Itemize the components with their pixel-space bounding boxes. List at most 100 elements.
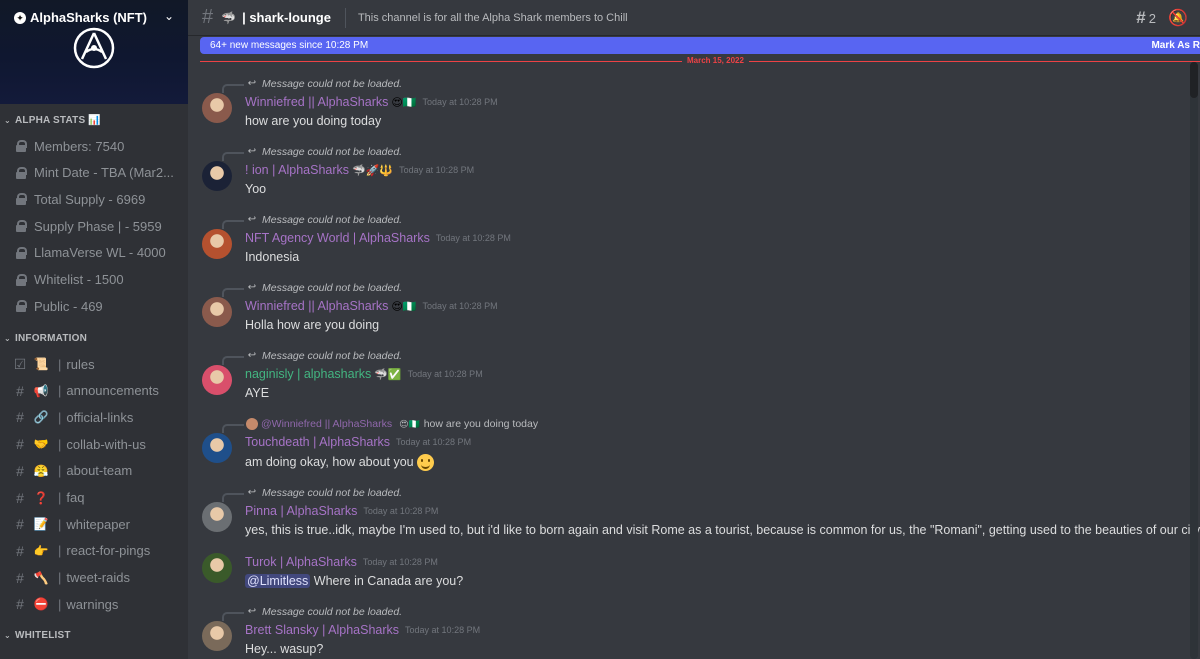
timestamp[interactable]: Today at 10:28 PM xyxy=(396,437,471,447)
sidebar-item-about-team[interactable]: # 😤 | about-team xyxy=(12,459,184,483)
scrollbar-thumb[interactable] xyxy=(1190,62,1198,98)
separator: | xyxy=(58,383,62,399)
scrollbar[interactable] xyxy=(1190,62,1198,659)
channel-label: announcements xyxy=(66,383,159,399)
message-header: naginisly | alphasharks 🦈✅ Today at 10:28 … xyxy=(245,367,483,381)
lock-icon xyxy=(16,193,27,206)
avatar[interactable] xyxy=(202,433,232,463)
sidebar-item-warnings[interactable]: # ⛔ | warnings xyxy=(12,592,184,616)
reply-reference[interactable]: ↩ Message could not be loaded. xyxy=(222,486,403,502)
shark-emoji-icon: 🦈 xyxy=(221,10,237,25)
reply-spine xyxy=(222,152,244,161)
author-name[interactable]: Brett Slansky | AlphaSharks xyxy=(245,623,399,637)
sidebar-item-rules[interactable]: ☑ 📜 | rules xyxy=(12,352,184,376)
server-name[interactable]: ✦ AlphaSharks (NFT) xyxy=(14,10,147,25)
sidebar-item-public-469[interactable]: Public - 469 xyxy=(12,294,184,318)
channel-title: | shark-lounge xyxy=(242,10,331,25)
category-header[interactable]: ⌄ WHITELIST xyxy=(4,630,71,641)
message-header: Brett Slansky | AlphaSharks Today at 10:2… xyxy=(245,623,480,637)
reply-arrow-icon: ↩ xyxy=(247,78,257,89)
sidebar-item-llamaverse-wl-4000[interactable]: LlamaVerse WL - 4000 xyxy=(12,241,184,265)
reply-reference[interactable]: ↩ Message could not be loaded. xyxy=(222,349,402,365)
channel-sidebar: ✦ AlphaSharks (NFT) ⌄ ⌄ ALPHA STATS 📊 Memb… xyxy=(0,0,188,659)
avatar[interactable] xyxy=(202,93,232,123)
timestamp[interactable]: Today at 10:28 PM xyxy=(363,506,438,516)
mark-as-read-button[interactable]: Mark As R xyxy=(1151,40,1200,51)
avatar[interactable] xyxy=(202,297,232,327)
timestamp[interactable]: Today at 10:28 PM xyxy=(436,233,511,243)
channel-emoji-icon: 📜 xyxy=(33,357,49,371)
hash-icon: # xyxy=(16,542,24,559)
new-messages-text: 64+ new messages since 10:28 PM xyxy=(210,40,369,51)
sidebar-item-total-supply-6969[interactable]: Total Supply - 6969 xyxy=(12,187,184,211)
sidebar-item-official-links[interactable]: # 🔗 | official-links xyxy=(12,405,184,429)
timestamp[interactable]: Today at 10:28 PM xyxy=(423,301,498,311)
reply-author[interactable]: @Winniefred || AlphaSharks xyxy=(261,418,392,430)
reply-reference[interactable]: ↩ Message could not be loaded. xyxy=(222,605,402,621)
reply-text: Message could not be loaded. xyxy=(262,487,403,499)
reply-text: Message could not be loaded. xyxy=(262,282,403,294)
channel-emoji-icon: 👉 xyxy=(33,543,49,558)
reply-reference[interactable]: ↩ Message could not be loaded. xyxy=(222,213,402,229)
channel-label: Members: 7540 xyxy=(34,138,125,154)
reply-spine xyxy=(222,612,244,621)
new-messages-bar[interactable]: 64+ new messages since 10:28 PM Mark As … xyxy=(200,37,1200,54)
timestamp[interactable]: Today at 10:28 PM xyxy=(423,97,498,107)
lock-icon xyxy=(16,273,27,286)
sidebar-item-collab-with-us[interactable]: # 🤝 | collab-with-us xyxy=(12,432,184,456)
timestamp[interactable]: Today at 10:28 PM xyxy=(399,165,474,175)
channel-label: whitepaper xyxy=(66,516,130,532)
author-name[interactable]: Touchdeath | AlphaSharks xyxy=(245,435,390,449)
hash-icon: # xyxy=(202,6,214,28)
threads-button[interactable]: # 2 xyxy=(1136,8,1156,28)
user-mention[interactable]: @Limitless xyxy=(245,574,311,588)
sidebar-item-react-for-pings[interactable]: # 👉 | react-for-pings xyxy=(12,539,184,563)
mute-notifications-icon[interactable]: 🔕 xyxy=(1168,8,1188,28)
avatar[interactable] xyxy=(202,502,232,532)
avatar[interactable] xyxy=(202,229,232,259)
reply-spine xyxy=(222,493,244,502)
rules-checkbox-icon: ☑ xyxy=(13,355,27,372)
reply-text: Message could not be loaded. xyxy=(262,78,403,90)
author-name[interactable]: NFT Agency World | AlphaSharks xyxy=(245,231,430,245)
server-banner[interactable]: ✦ AlphaSharks (NFT) ⌄ xyxy=(0,0,188,104)
message-header: Winniefred || AlphaSharks 😍🇳🇬 Today at 10:… xyxy=(245,299,498,313)
channel-label: official-links xyxy=(66,409,134,425)
sidebar-item-tweet-raids[interactable]: # 🪓 | tweet-raids xyxy=(12,566,184,590)
sidebar-item-faq[interactable]: # ❓ | faq xyxy=(12,486,184,510)
category-header[interactable]: ⌄ ALPHA STATS 📊 xyxy=(4,115,101,126)
message-header: NFT Agency World | AlphaSharks Today at 1… xyxy=(245,231,511,245)
reply-reference[interactable]: ↩ Message could not be loaded. xyxy=(222,281,403,297)
avatar[interactable] xyxy=(202,553,232,583)
sidebar-item-whitepaper[interactable]: # 📝 | whitepaper xyxy=(12,512,184,536)
message-content: Yoo xyxy=(245,182,266,196)
author-name[interactable]: Turok | AlphaSharks xyxy=(245,555,357,569)
channel-topic[interactable]: This channel is for all the Alpha Shark … xyxy=(358,12,628,24)
sidebar-item-announcements[interactable]: # 📢 | announcements xyxy=(12,379,184,403)
timestamp[interactable]: Today at 10:28 PM xyxy=(405,625,480,635)
sidebar-item-whitelist-1500[interactable]: Whitelist - 1500 xyxy=(12,268,184,292)
avatar[interactable] xyxy=(202,161,232,191)
author-name[interactable]: Winniefred || AlphaSharks xyxy=(245,95,388,109)
timestamp[interactable]: Today at 10:28 PM xyxy=(363,557,438,567)
reply-spine xyxy=(222,356,244,365)
channel-label: Mint Date - TBA (Mar2... xyxy=(34,165,174,181)
category-header[interactable]: ⌄ INFORMATION xyxy=(4,333,87,344)
author-name[interactable]: naginisly | alphasharks xyxy=(245,367,371,381)
avatar[interactable] xyxy=(202,365,232,395)
avatar[interactable] xyxy=(202,621,232,651)
sidebar-item-members-7540[interactable]: Members: 7540 xyxy=(12,134,184,158)
author-name[interactable]: Winniefred || AlphaSharks xyxy=(245,299,388,313)
author-name[interactable]: Pinna | AlphaSharks xyxy=(245,504,357,518)
reply-spine xyxy=(222,84,244,93)
reply-reference[interactable]: @Winniefred || AlphaSharks 😍🇳🇬 how are you… xyxy=(222,417,538,433)
reply-spine xyxy=(222,424,244,433)
sidebar-item-mint-date-tba-mar2[interactable]: Mint Date - TBA (Mar2... xyxy=(12,161,184,185)
sidebar-item-supply-phase-5959[interactable]: Supply Phase | - 5959 xyxy=(12,214,184,238)
threads-count: 2 xyxy=(1148,10,1156,26)
reply-reference[interactable]: ↩ Message could not be loaded. xyxy=(222,77,403,93)
chevron-down-icon[interactable]: ⌄ xyxy=(164,9,174,23)
timestamp[interactable]: Today at 10:28 PM xyxy=(408,369,483,379)
reply-reference[interactable]: ↩ Message could not be loaded. xyxy=(222,145,402,161)
author-name[interactable]: ! ion | AlphaSharks xyxy=(245,163,349,177)
